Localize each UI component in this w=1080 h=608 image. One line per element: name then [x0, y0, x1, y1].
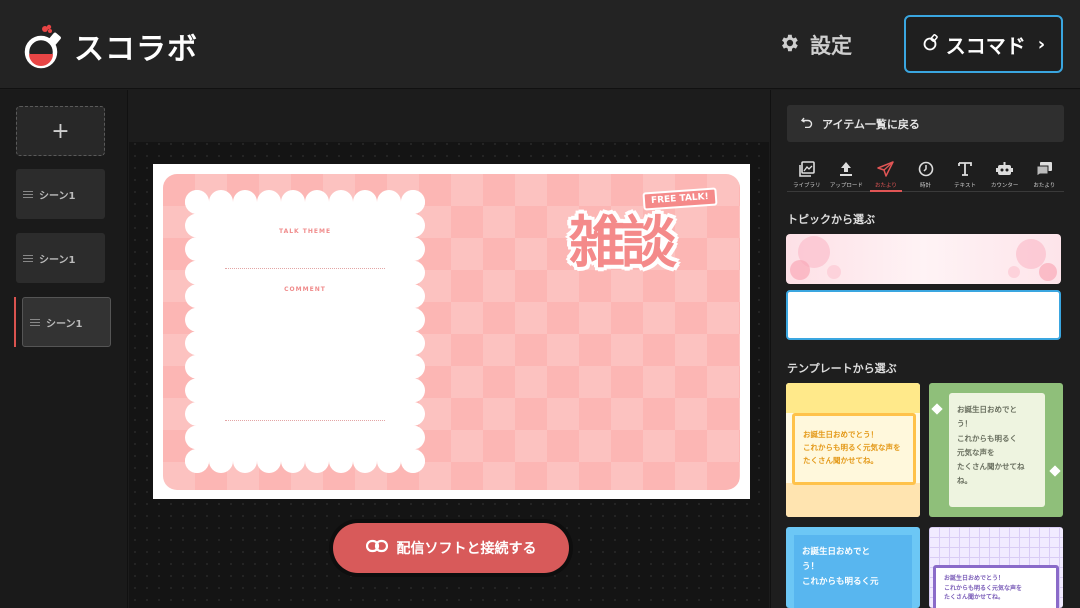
scene-label: シーン1: [39, 254, 76, 266]
tab-label: カウンター: [990, 183, 1019, 189]
topic-section-title: トピックから選ぶ: [787, 213, 875, 226]
scene-item-active[interactable]: シーン1: [22, 297, 111, 347]
tab-label: 時計: [920, 183, 932, 189]
zatsudan-title: 雑談: [569, 211, 677, 276]
drag-handle-icon[interactable]: [23, 254, 33, 262]
flask-small-icon: [922, 32, 940, 56]
link-icon: [365, 539, 388, 557]
template-bg-pattern: [786, 383, 920, 413]
logo[interactable]: スコラボ: [24, 20, 198, 72]
template-card[interactable]: お誕生日おめでと う！ これからも明るく 元気な声を たくさん聞かせてね ね。: [929, 383, 1063, 517]
template-message-box: お誕生日おめでとう！ これからも明るく元気な声を たくさん聞かせてね。: [933, 565, 1059, 608]
template-card[interactable]: お誕生日おめでとう！ これからも明るく元気な声を たくさん聞かせてね。: [786, 383, 920, 517]
dotted-divider: [225, 420, 385, 421]
messages-icon: [1035, 160, 1053, 178]
template-message-box: お誕生日おめでと う！ これからも明るく元: [794, 535, 912, 608]
drag-handle-icon[interactable]: [30, 318, 40, 326]
scene-label: シーン1: [39, 190, 76, 202]
template-message-box: お誕生日おめでとう！ これからも明るく元気な声を たくさん聞かせてね。: [792, 413, 916, 485]
item-tabs: ライブラリ アップロード おたより 時計 テキスト カウンター おたより: [787, 158, 1064, 192]
scomad-label: スコマド: [945, 33, 1026, 58]
gear-icon: [778, 32, 800, 59]
template-message: お誕生日おめでと う！ これからも明るく元: [802, 547, 879, 587]
flask-logo-icon: [24, 23, 70, 69]
sparkle-icon: [1049, 465, 1061, 477]
stage-toolbar: [129, 90, 769, 142]
talk-card[interactable]: TALK THEME COMMENT 雑談 FREE TALK!: [163, 174, 740, 490]
paper-plane-icon: [877, 160, 895, 178]
topic-card-selected[interactable]: [786, 290, 1061, 340]
tab-otayori-active[interactable]: おたより: [866, 158, 906, 192]
template-section-title: テンプレートから選ぶ: [787, 362, 897, 375]
clock-icon: [917, 160, 935, 178]
template-message-box: お誕生日おめでと う！ これからも明るく 元気な声を たくさん聞かせてね ね。: [949, 393, 1045, 507]
tab-upload[interactable]: アップロード: [827, 158, 867, 191]
sparkle-icon: [931, 403, 943, 415]
upload-icon: [837, 160, 855, 178]
app-root: スコラボ 設定 スコマド › + シーン1 シーン1 シーン1 TALK THE…: [0, 0, 1080, 608]
tab-label: アップロード: [829, 183, 863, 189]
free-talk-badge: FREE TALK!: [642, 187, 718, 211]
preview-canvas[interactable]: TALK THEME COMMENT 雑談 FREE TALK!: [153, 164, 750, 499]
tab-label: おたより: [1033, 183, 1056, 189]
add-scene-button[interactable]: +: [16, 106, 105, 156]
comment-label: COMMENT: [284, 286, 326, 293]
scomad-button[interactable]: スコマド ›: [904, 15, 1063, 73]
template-card[interactable]: お誕生日おめでとう！ これからも明るく元気な声を たくさん聞かせてね。: [929, 527, 1063, 608]
undo-arrow-icon: [800, 116, 813, 131]
connect-streaming-button[interactable]: 配信ソフトと接続する: [333, 523, 569, 573]
connect-label: 配信ソフトと接続する: [396, 541, 537, 557]
active-scene-indicator: [14, 297, 16, 347]
back-label: アイテム一覧に戻る: [822, 117, 920, 131]
tab-counter[interactable]: カウンター: [985, 158, 1025, 191]
tab-label: テキスト: [954, 183, 977, 189]
topic-card[interactable]: [786, 234, 1061, 284]
tab-otayori-list[interactable]: おたより: [1024, 158, 1064, 191]
back-to-items-button[interactable]: アイテム一覧に戻る: [787, 105, 1064, 142]
logo-text: スコラボ: [74, 32, 198, 67]
talk-theme-label: TALK THEME: [278, 228, 332, 235]
scene-panel: + シーン1 シーン1 シーン1: [0, 90, 128, 608]
settings-button[interactable]: 設定: [778, 30, 852, 60]
template-message: お誕生日おめでとう！ これからも明るく元気な声を たくさん聞かせてね。: [944, 575, 1023, 602]
drag-handle-icon[interactable]: [23, 190, 33, 198]
scene-label: シーン1: [46, 318, 83, 330]
text-icon: [956, 160, 974, 178]
memo-frame[interactable]: TALK THEME COMMENT: [185, 190, 425, 473]
template-card[interactable]: お誕生日おめでと う！ これからも明るく元: [786, 527, 920, 608]
tab-label: ライブラリ: [793, 183, 821, 189]
topic-card-illustration: [790, 236, 1057, 281]
template-message: お誕生日おめでとう！ これからも明るく元気な声を たくさん聞かせてね。: [803, 430, 901, 466]
template-message: お誕生日おめでと う！ これからも明るく 元気な声を たくさん聞かせてね ね。: [957, 405, 1025, 486]
tab-text[interactable]: テキスト: [945, 158, 985, 191]
editor-stage: TALK THEME COMMENT 雑談 FREE TALK! 配信ソフトと接…: [129, 90, 769, 608]
robot-icon: [996, 160, 1014, 178]
library-icon: [798, 160, 816, 178]
chevron-right-icon: ›: [1037, 33, 1046, 55]
tab-label: おたより: [875, 183, 897, 189]
zatsudan-title-sticker[interactable]: 雑談 FREE TALK!: [563, 182, 728, 287]
tab-clock[interactable]: 時計: [906, 158, 946, 191]
tab-library[interactable]: ライブラリ: [787, 158, 827, 191]
header-bar: スコラボ 設定 スコマド ›: [0, 0, 1080, 89]
scene-item[interactable]: シーン1: [16, 169, 105, 219]
item-panel: アイテム一覧に戻る ライブラリ アップロード おたより 時計 テキスト カウンタ…: [770, 90, 1080, 608]
settings-label: 設定: [810, 34, 852, 58]
scene-item[interactable]: シーン1: [16, 233, 105, 283]
dotted-divider: [225, 268, 385, 269]
template-bg-pattern: [786, 483, 920, 517]
plus-icon: +: [51, 118, 70, 144]
